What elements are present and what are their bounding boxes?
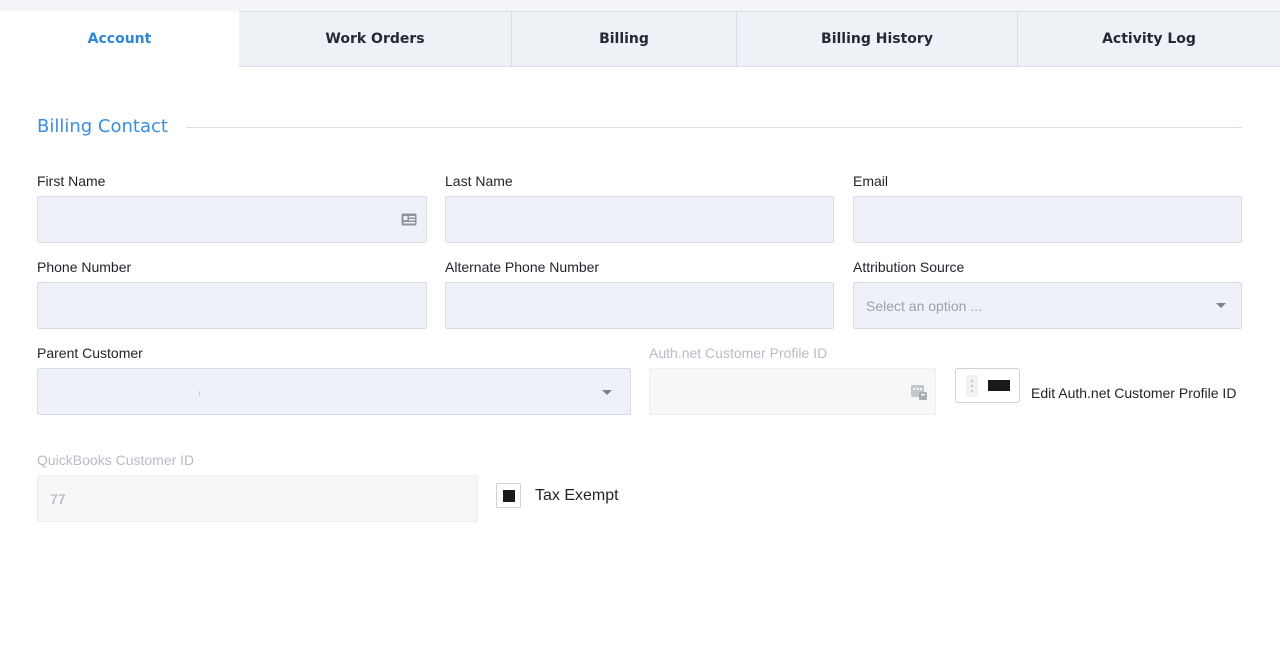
phone-label: Phone Number (37, 259, 132, 275)
phone-input[interactable] (37, 282, 427, 329)
select-cursor-mark (199, 391, 200, 396)
alt-phone-input[interactable] (445, 282, 834, 329)
toggle-track-icon (988, 380, 1010, 391)
parent-customer-select[interactable] (37, 368, 631, 415)
email-label: Email (853, 173, 889, 189)
last-name-label: Last Name (445, 173, 513, 189)
quickbooks-input (37, 475, 478, 522)
tab-billing-history[interactable]: Billing History (737, 11, 1018, 67)
checkbox-checked-icon (503, 490, 515, 502)
last-name-input[interactable] (445, 196, 834, 243)
tax-exempt-label[interactable]: Tax Exempt (535, 487, 619, 505)
tab-work-orders[interactable]: Work Orders (239, 11, 512, 67)
quickbooks-label: QuickBooks Customer ID (37, 452, 195, 468)
edit-auth-net-toggle[interactable] (955, 368, 1020, 403)
first-name-label: First Name (37, 173, 106, 189)
tab-bar: Account Work Orders Billing Billing Hist… (0, 11, 1280, 67)
email-input[interactable] (853, 196, 1242, 243)
auth-net-input (649, 368, 936, 415)
section-title: Billing Contact (37, 116, 168, 137)
chevron-down-icon (602, 390, 612, 395)
alt-phone-label: Alternate Phone Number (445, 259, 600, 275)
attribution-placeholder: Select an option ... (866, 297, 982, 314)
tab-activity-log[interactable]: Activity Log (1018, 11, 1280, 67)
tax-exempt-checkbox[interactable] (496, 483, 521, 508)
toggle-knob (966, 375, 978, 397)
attribution-label: Attribution Source (853, 259, 965, 275)
top-strip (0, 0, 1280, 11)
tab-billing[interactable]: Billing (512, 11, 737, 67)
chevron-down-icon (1216, 303, 1226, 308)
section-divider (186, 127, 1242, 128)
auth-net-label: Auth.net Customer Profile ID (649, 345, 828, 361)
first-name-input[interactable] (37, 196, 427, 243)
tab-account[interactable]: Account (0, 11, 239, 67)
attribution-select[interactable]: Select an option ... (853, 282, 1242, 329)
keypad-icon (911, 384, 927, 400)
contact-card-icon (401, 212, 417, 226)
parent-customer-label: Parent Customer (37, 345, 143, 361)
